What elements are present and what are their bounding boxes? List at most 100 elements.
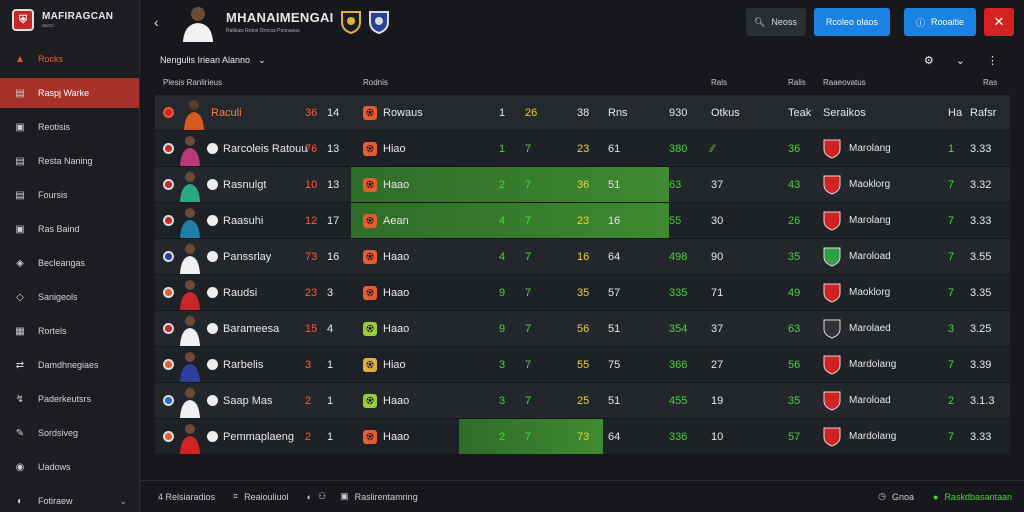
- table-cell: 4: [499, 250, 506, 263]
- primary-action-button[interactable]: Rcoleo olaos: [813, 8, 890, 36]
- sidebar-item[interactable]: ▣ Ras Baind: [0, 214, 139, 244]
- table-cell: 55: [577, 358, 590, 371]
- table-cell: 73: [305, 250, 318, 263]
- chevron-down-icon: ⌄: [119, 495, 127, 506]
- shield-icon: [823, 247, 841, 267]
- table-row[interactable]: Raculi 36 14 ⚽︎ Rowaus 1 26 38 Rns 930 Ot…: [155, 95, 1010, 130]
- table-cell: 63: [669, 178, 682, 191]
- column-header-club[interactable]: Rodnis: [363, 70, 388, 94]
- player-avatar: [176, 2, 220, 42]
- brand[interactable]: ⛨ MAFIRAGCAN aucci: [0, 0, 139, 40]
- stage-cell: Marolaed: [823, 311, 891, 346]
- table-row[interactable]: Panssrlay 73 16 ⚽︎ Haao 4 7 16 64 498 90 35 Maroload…: [155, 239, 1010, 274]
- table-cell: 55: [669, 214, 682, 227]
- table-body: Rarcoleis Ratouu 76 13 ⚽︎ Hiao 1 7 23 61 380 ⁄⁄ 36 M…: [155, 131, 1010, 454]
- column-header-3[interactable]: Raaeovatus: [823, 70, 866, 94]
- table-cell: 90: [711, 250, 724, 263]
- flag-icon: [207, 167, 222, 202]
- sidebar-item[interactable]: ▤ Foursis: [0, 180, 139, 210]
- table-cell: 35: [788, 250, 801, 263]
- table-row[interactable]: Saap Mas 2 1 ⚽︎ Haao 3 7 25 51 455 19 35 Maroload 2 3.…: [155, 383, 1010, 418]
- close-button[interactable]: ✕: [984, 8, 1014, 36]
- table-cell: 64: [608, 250, 621, 263]
- column-header-4[interactable]: Ras: [983, 70, 997, 94]
- table-cell: 16: [327, 250, 340, 263]
- club-cell: ⚽︎ Haao: [363, 419, 409, 454]
- sidebar-item[interactable]: ⇄ Damdhnegiaes: [0, 350, 139, 380]
- settings-icon: ◉: [15, 461, 25, 473]
- table-row[interactable]: Raudsi 23 3 ⚽︎ Haao 9 7 35 57 335 71 49 Maoklorg 7 3.3…: [155, 275, 1010, 310]
- player-avatar: [177, 167, 203, 202]
- table-cell: 3: [327, 286, 334, 299]
- flag-icon: [163, 419, 178, 454]
- sidebar-item-label: Rocks: [38, 54, 64, 64]
- table-cell: 1: [499, 142, 506, 155]
- player-avatar: [177, 203, 203, 238]
- online-icon: ●: [933, 491, 939, 502]
- club-cell: ⚽︎ Haao: [363, 383, 409, 418]
- back-icon[interactable]: ‹: [154, 14, 176, 30]
- footer-action-2[interactable]: ▣ Raslirentamring: [340, 491, 418, 502]
- table-row[interactable]: Rarbelis 3 1 ⚽︎ Hiao 3 7 55 75 366 27 56 Mardolang 7 3…: [155, 347, 1010, 382]
- table-row[interactable]: Pemmaplaeng 2 1 ⚽︎ Haao 2 7 73 64 336 10 57 Mardolan…: [155, 419, 1010, 454]
- table-cell: 366: [669, 358, 688, 371]
- stage-cell: Mardolang: [823, 419, 896, 454]
- player-name: Raculi: [211, 106, 242, 119]
- sidebar-item[interactable]: ✎ Sordsiveg: [0, 418, 139, 448]
- sidebar-item[interactable]: ▣ Reotisis: [0, 112, 139, 142]
- sidebar-item-label: Damdhnegiaes: [38, 360, 99, 370]
- box-icon: ▣: [340, 491, 349, 501]
- table-cell: 7: [525, 178, 532, 191]
- sidebar-item[interactable]: ◇ Sanigeols: [0, 282, 139, 312]
- table-cell: 3: [499, 394, 506, 407]
- flag-icon: [207, 239, 222, 274]
- column-header-player[interactable]: Plesis Ranlirieus: [163, 70, 222, 94]
- footer-status[interactable]: ◷ Gnoa: [878, 491, 914, 502]
- column-header-1[interactable]: Rals: [711, 70, 727, 94]
- sidebar-item[interactable]: ▤ Raspj Warke: [0, 78, 139, 108]
- sidebar-item-label: Raspj Warke: [38, 88, 90, 98]
- player-name: Rarbelis: [223, 358, 264, 371]
- table-cell: 7: [948, 430, 955, 443]
- settings-icon[interactable]: ⚙: [924, 54, 934, 67]
- club-cell: ⚽︎ Hiao: [363, 131, 406, 166]
- flag-icon: [163, 239, 178, 274]
- shield-icon: [823, 175, 841, 195]
- table-row[interactable]: Barameesa 15 4 ⚽︎ Haao 9 7 56 51 354 37 63 Marolaed 3…: [155, 311, 1010, 346]
- secondary-action-button[interactable]: ⓘ Rooaitie: [903, 8, 976, 36]
- dropdown-icon[interactable]: ⌄: [956, 54, 965, 67]
- sidebar-item[interactable]: ◐ Fotiraew ⌄: [0, 486, 139, 512]
- column-header-2[interactable]: Ralis: [788, 70, 806, 94]
- sidebar-item[interactable]: ↯ Paderkeutsrs: [0, 384, 139, 414]
- stats-icon: ▦: [15, 325, 25, 337]
- sidebar-item[interactable]: ▦ Rortels: [0, 316, 139, 346]
- table-cell: 36: [788, 142, 801, 155]
- table-cell: 3.35: [970, 286, 992, 299]
- footer-toggle[interactable]: ◐ ⚇: [307, 491, 327, 502]
- table-row[interactable]: Rarcoleis Ratouu 76 13 ⚽︎ Hiao 1 7 23 61 380 ⁄⁄ 36 M…: [155, 131, 1010, 166]
- table-cell: 10: [305, 178, 318, 191]
- table-row[interactable]: Raasuhi 12 17 ⚽︎ Aean 4 7 23 16 55 30 26 Marolang 7 3.…: [155, 203, 1010, 238]
- search-button[interactable]: 🔍︎ Neoss: [745, 8, 806, 36]
- stage-cell: Maoklorg: [823, 275, 890, 310]
- table-cell: 17: [327, 214, 340, 227]
- footer-online-status[interactable]: ● Raskdbasantaan: [933, 492, 1012, 502]
- club-badge-icon: ⚽︎: [363, 285, 377, 300]
- club-badge-icon: ⚽︎: [363, 177, 377, 192]
- table-icon: ▤: [15, 87, 25, 99]
- view-select[interactable]: Nengulis Iriean Alanno ⌄: [160, 55, 266, 66]
- sidebar-item[interactable]: ▲ Rocks: [0, 44, 139, 74]
- table-cell: 27: [711, 358, 724, 371]
- table-row[interactable]: Rasnulgt 10 13 ⚽︎ Haao 2 7 36 51 63 37 43 Maoklorg 7 3…: [155, 167, 1010, 202]
- flag-icon: [207, 311, 222, 346]
- sidebar-item[interactable]: ▤ Resta Naning: [0, 146, 139, 176]
- footer-action-1[interactable]: ⌗ Reaiouliuol: [233, 491, 289, 502]
- sidebar-item[interactable]: ◉ Uadows: [0, 452, 139, 482]
- sidebar-item[interactable]: ◈ Becleangas: [0, 248, 139, 278]
- flag-icon: [163, 383, 178, 418]
- shield-icon: [823, 427, 841, 447]
- more-icon[interactable]: ⋮: [987, 54, 998, 67]
- shield-icon: [823, 319, 841, 339]
- table-cell: 23: [577, 214, 590, 227]
- table-cell: 36: [577, 178, 590, 191]
